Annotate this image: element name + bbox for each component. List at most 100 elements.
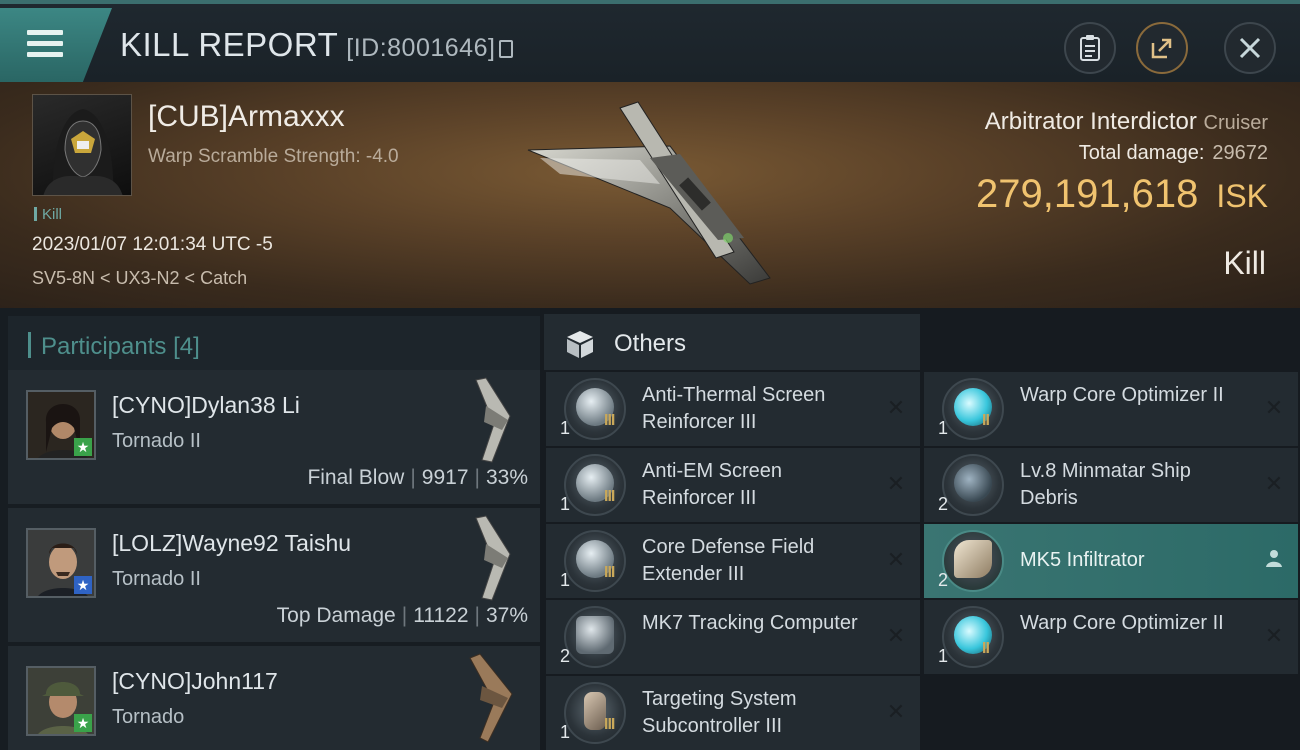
participant-ship: Tornado II — [112, 430, 201, 452]
isk-value: 279,191,618 ISK — [976, 172, 1268, 217]
stat-separator: | — [401, 604, 408, 627]
participant-ship: Tornado II — [112, 568, 201, 590]
menu-button[interactable] — [0, 8, 112, 82]
page-title-text: KILL REPORT — [120, 26, 339, 63]
cube-icon — [567, 331, 593, 358]
participants-header: Participants [4] — [8, 316, 540, 374]
person-icon[interactable] — [1262, 548, 1286, 572]
victim-ship-class: Cruiser — [1203, 112, 1268, 134]
victim-ship-name[interactable]: Arbitrator Interdictor Cruiser — [985, 108, 1268, 136]
item-quantity: 1 — [560, 418, 571, 438]
items-panel: Others 1 III Anti-Thermal Screen Reinfor… — [540, 308, 1300, 750]
participant-row[interactable]: ★ [LOLZ]Wayne92 Taishu Tornado II Top Da… — [8, 508, 540, 642]
destroyed-icon: ✕ — [886, 471, 906, 496]
isk-amount: 279,191,618 — [975, 172, 1199, 216]
item-row-selected[interactable]: 2 MK5 Infiltrator — [924, 524, 1298, 598]
item-quantity: 1 — [560, 722, 571, 742]
item-row[interactable]: 1 III Core Defense Field Extender III ✕ — [546, 524, 920, 598]
share-button[interactable] — [1136, 22, 1188, 74]
item-name: Anti-EM Screen Reinforcer III — [642, 460, 783, 509]
clipboard-icon — [1080, 35, 1100, 61]
module-disk — [576, 616, 614, 654]
kill-datetime: 2023/01/07 12:01:34 UTC -5 — [32, 234, 273, 255]
item-name: MK7 Tracking Computer — [642, 612, 858, 634]
stat-separator: | — [410, 466, 416, 489]
item-name: Targeting System Subcontroller III — [642, 688, 797, 737]
total-damage-value: 29672 — [1212, 142, 1268, 164]
others-header: Others — [544, 314, 920, 370]
participant-avatar[interactable]: ★ — [26, 390, 96, 460]
destroyed-icon: ✕ — [1264, 623, 1284, 648]
clipboard-button[interactable] — [1064, 22, 1116, 74]
destroyed-icon: ✕ — [886, 623, 906, 648]
total-damage: Total damage: 29672 — [1079, 142, 1268, 165]
participant-ship-icon — [475, 515, 511, 601]
participant-ship-icon — [469, 653, 513, 743]
item-name: MK5 Infiltrator — [1020, 549, 1145, 571]
item-quantity: 1 — [560, 570, 571, 590]
participant-avatar[interactable]: ★ — [26, 666, 96, 736]
participants-label: Participants — [41, 333, 167, 360]
star-badge-icon: ★ — [74, 576, 92, 594]
item-row[interactable]: 1 III Anti-EM Screen Reinforcer III ✕ — [546, 448, 920, 522]
participant-row[interactable]: ★ [CYNO]John117 Tornado — [8, 646, 540, 750]
participants-count: [4] — [173, 333, 200, 360]
close-button[interactable] — [1224, 22, 1276, 74]
copy-icon[interactable] — [499, 40, 514, 58]
item-row[interactable]: 1 III Anti-Thermal Screen Reinforcer III… — [546, 372, 920, 446]
item-quantity: 2 — [560, 646, 571, 666]
victim-name[interactable]: [CUB]Armaxxx — [148, 100, 345, 134]
participant-avatar[interactable]: ★ — [26, 528, 96, 598]
participant-role: Final Blow — [307, 466, 405, 489]
participant-damage: 9917 — [421, 466, 469, 489]
item-meta-level: II — [982, 412, 990, 429]
item-quantity: 1 — [938, 646, 949, 666]
warp-scramble-strength: Warp Scramble Strength: -4.0 — [148, 146, 399, 167]
item-meta-level: III — [604, 412, 615, 429]
item-row[interactable]: 1 II Warp Core Optimizer II ✕ — [924, 600, 1298, 674]
kill-location[interactable]: SV5-8N < UX3-N2 < Catch — [32, 268, 247, 289]
participant-name: [LOLZ]Wayne92 Taishu — [112, 530, 352, 556]
stat-separator: | — [474, 604, 480, 627]
item-row[interactable]: 1 II Warp Core Optimizer II ✕ — [924, 372, 1298, 446]
star-badge-icon: ★ — [74, 438, 92, 456]
item-row[interactable]: 2 MK7 Tracking Computer ✕ — [546, 600, 920, 674]
destroyed-icon: ✕ — [886, 699, 906, 724]
participant-row[interactable]: ★ [CYNO]Dylan38 Li Tornado II Final Blow… — [8, 370, 540, 504]
victim-banner: Kill [CUB]Armaxxx Warp Scramble Strength… — [0, 82, 1300, 308]
report-id: [ID:8001646] — [346, 34, 496, 62]
item-quantity: 1 — [938, 418, 949, 438]
victim-ship-image[interactable] — [520, 88, 780, 298]
participant-role: Top Damage — [276, 604, 396, 627]
item-meta-level: III — [604, 716, 615, 733]
destroyed-icon: ✕ — [886, 547, 906, 572]
module-disk — [584, 692, 606, 730]
item-name: Warp Core Optimizer II — [1020, 384, 1224, 406]
item-row[interactable]: 1 III Targeting System Subcontroller III… — [546, 676, 920, 750]
item-name: Lv.8 Minmatar Ship Debris — [1020, 460, 1191, 509]
kill-tag: Kill — [34, 206, 62, 223]
top-bar: KILL REPORT [ID:8001646] — [0, 0, 1300, 82]
share-icon — [1151, 38, 1172, 59]
kill-result: Kill — [1223, 245, 1266, 281]
item-meta-level: III — [604, 564, 615, 581]
star-badge-icon: ★ — [74, 714, 92, 732]
item-quantity: 2 — [938, 494, 949, 514]
participant-percent: 33% — [485, 466, 528, 489]
participant-name: [CYNO]Dylan38 Li — [112, 392, 300, 418]
item-name: Core Defense Field Extender III — [642, 536, 815, 585]
participant-ship: Tornado — [112, 706, 185, 728]
others-title: Others — [614, 330, 687, 357]
person-icon-glyph — [1266, 550, 1282, 567]
participant-ship-icon — [475, 377, 511, 463]
participants-panel: Participants [4] ★ [CYNO]Dylan38 Li Torn… — [0, 308, 540, 750]
item-row[interactable]: 2 Lv.8 Minmatar Ship Debris ✕ — [924, 448, 1298, 522]
item-name: Warp Core Optimizer II — [1020, 612, 1224, 634]
isk-unit: ISK — [1216, 178, 1268, 214]
item-meta-level: II — [982, 640, 990, 657]
participant-stats: Top Damage | 11122 | 37% — [277, 604, 528, 628]
participant-percent: 37% — [485, 604, 528, 627]
close-icon — [1239, 37, 1261, 59]
victim-portrait[interactable] — [32, 94, 132, 196]
participants-title: Participants [4] — [28, 332, 200, 361]
